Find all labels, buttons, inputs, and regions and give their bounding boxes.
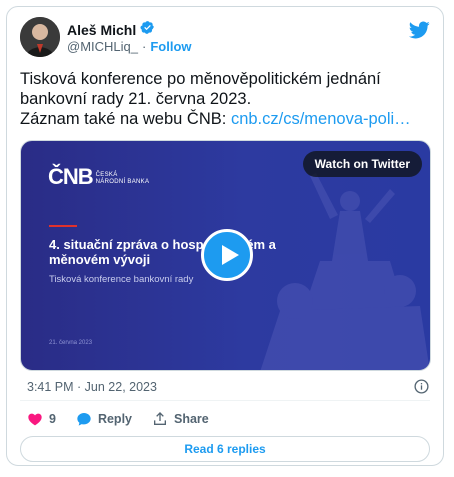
tweet-text-line: Záznam také na webu ČNB: cnb.cz/cs/menov… [20, 109, 430, 129]
cnb-logo-main: ČNB [48, 164, 94, 189]
tweet-header: Aleš Michl @MICHLiq_ · Follow [20, 17, 430, 59]
watch-on-twitter-button[interactable]: Watch on Twitter [302, 151, 422, 177]
divider [20, 400, 430, 401]
separator: · [142, 39, 147, 54]
reply-label: Reply [97, 412, 132, 426]
twitter-bird-icon[interactable] [408, 19, 430, 41]
tweet-text-line: Tisková konference po měnověpolitickém j… [20, 70, 381, 88]
author-name-row: Aleš Michl [67, 20, 155, 40]
tweet-text-prefix: Záznam také na webu ČNB: [20, 110, 231, 128]
cnb-logo-sub-line: ČESKÁ [95, 172, 118, 178]
avatar[interactable] [20, 17, 60, 57]
reply-button[interactable]: Reply [76, 411, 132, 427]
verified-badge-icon [140, 20, 155, 40]
share-label: Share [174, 412, 209, 426]
read-replies-button[interactable]: Read 6 replies [20, 436, 430, 462]
slide-subtitle: Tisková konference bankovní rady [49, 274, 194, 285]
tweet-link[interactable]: cnb.cz/cs/menova-poli… [231, 110, 411, 128]
slide-title: 4. situační zpráva o hospodářském a měno… [49, 237, 276, 267]
reply-bubble-icon [77, 413, 91, 426]
video-media[interactable]: ČNB ČESKÁ NÁRODNÍ BANKA 4. situační zprá… [20, 140, 431, 371]
author-name[interactable]: Aleš Michl [67, 22, 136, 38]
follow-button[interactable]: Follow [150, 39, 191, 54]
tweet-card: Aleš Michl @MICHLiq_ · Follow Tisková ko… [6, 6, 444, 466]
cnb-logo: ČNB ČESKÁ NÁRODNÍ BANKA [48, 166, 149, 188]
tweet-text-line: bankovní rady 21. června 2023. [20, 90, 252, 108]
author-handle-row: @MICHLiq_ · Follow [67, 39, 192, 54]
like-count: 9 [49, 412, 56, 426]
author-handle[interactable]: @MICHLiq_ [67, 39, 138, 54]
slide-date: 21. června 2023 [49, 340, 93, 346]
play-button[interactable] [201, 229, 253, 281]
accent-line [49, 225, 77, 227]
share-icon [154, 412, 166, 425]
info-icon[interactable] [414, 379, 429, 394]
cnb-logo-sub-line: NÁRODNÍ BANKA [95, 179, 150, 185]
timestamp[interactable]: 3:41 PM · Jun 22, 2023 [27, 380, 157, 394]
play-icon [222, 245, 239, 265]
cnb-logo-sub: ČESKÁ NÁRODNÍ BANKA [96, 172, 150, 186]
heart-icon [28, 413, 42, 426]
tweet-text: Tisková konference po měnověpolitickém j… [20, 69, 430, 129]
action-bar: 9 Reply Share [27, 411, 229, 427]
share-button[interactable]: Share [152, 411, 209, 427]
like-button[interactable]: 9 [27, 411, 56, 427]
